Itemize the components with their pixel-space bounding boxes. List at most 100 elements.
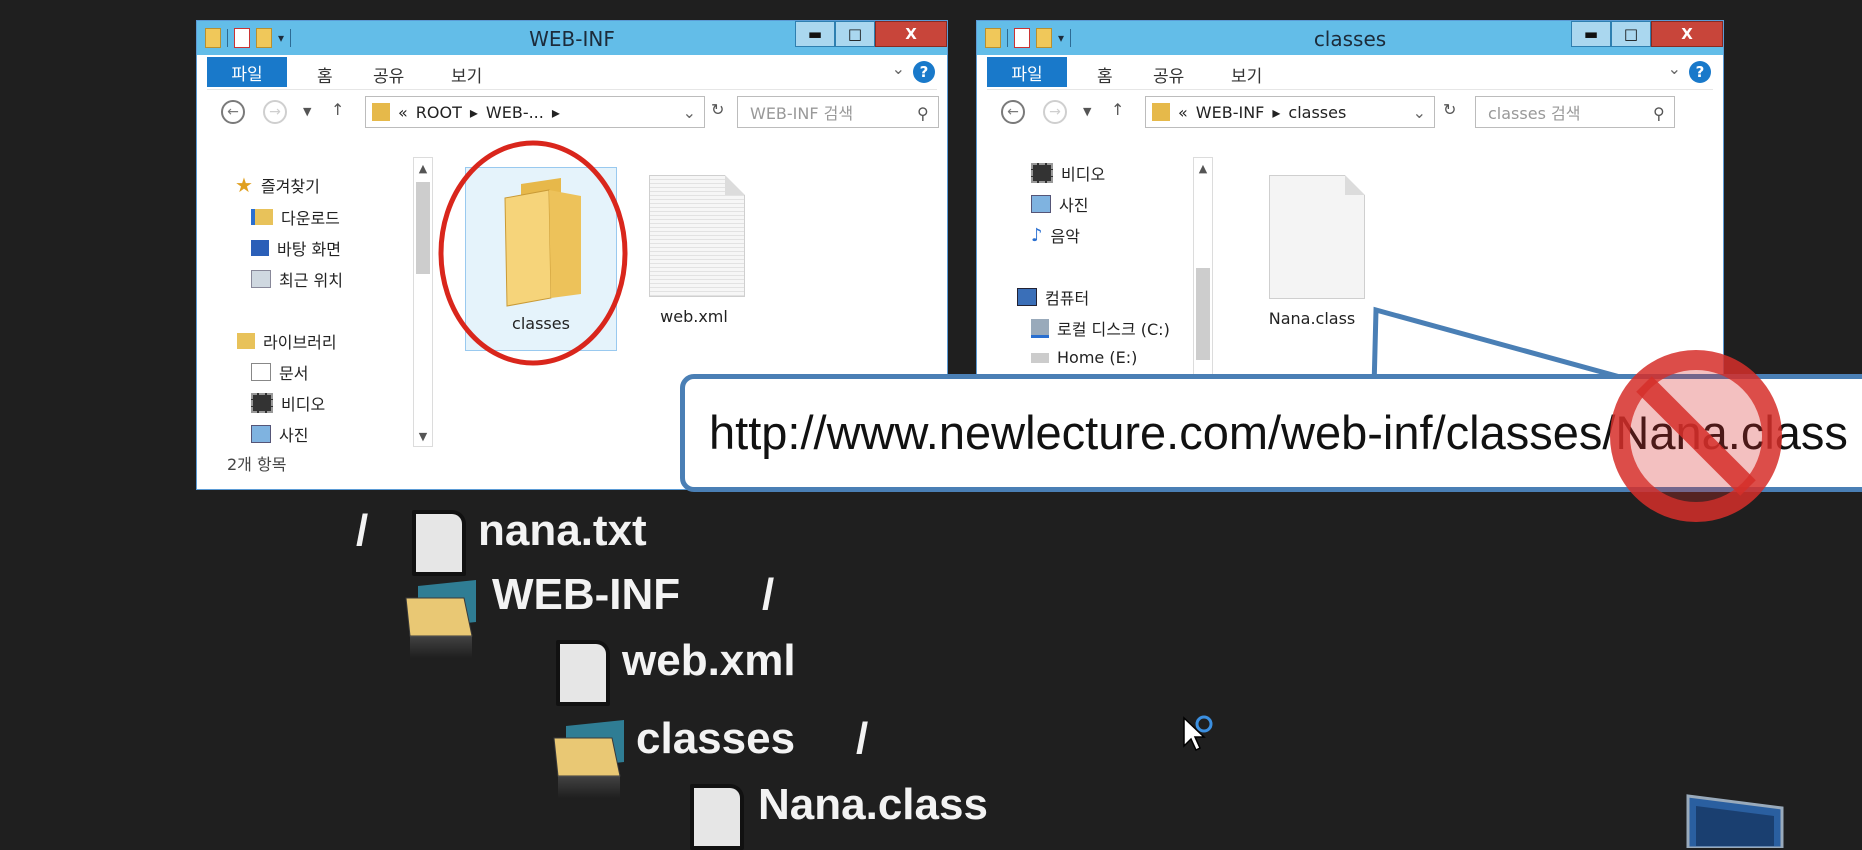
forward-button[interactable]: → [263, 100, 287, 124]
xml-document-icon [649, 175, 745, 297]
tab-share[interactable]: 공유 [1153, 62, 1184, 87]
documents-icon [251, 363, 271, 381]
file-icon [1269, 175, 1365, 299]
ribbon-expand-icon[interactable]: ⌄ [1668, 59, 1681, 78]
breadcrumb-webinf[interactable]: WEB-INF [1196, 103, 1265, 122]
tab-view[interactable]: 보기 [451, 62, 482, 87]
search-input[interactable]: classes 검색 [1475, 96, 1675, 128]
window-controls: ▬ □ X [795, 21, 947, 47]
tab-view[interactable]: 보기 [1231, 62, 1262, 87]
ribbon-expand-icon[interactable]: ⌄ [892, 59, 905, 78]
up-button[interactable]: ↑ [1111, 100, 1124, 119]
back-button[interactable]: ← [221, 100, 245, 124]
video-icon [1031, 163, 1053, 183]
nav-documents[interactable]: 문서 [251, 360, 308, 384]
close-button[interactable]: X [875, 21, 947, 47]
search-icon[interactable]: ⚲ [1653, 104, 1703, 123]
no-entry-icon [1610, 350, 1782, 522]
path-overflow-icon[interactable]: « [1178, 103, 1188, 122]
nav-pictures[interactable]: 사진 [251, 422, 308, 446]
path-overflow-icon[interactable]: « [398, 103, 408, 122]
forward-button[interactable]: → [1043, 100, 1067, 124]
nav-local-disk[interactable]: 로컬 디스크 (C:) [1031, 316, 1170, 340]
tab-share[interactable]: 공유 [373, 62, 404, 87]
help-icon[interactable]: ? [913, 61, 935, 83]
star-icon: ★ [235, 173, 253, 197]
nav-downloads[interactable]: 다운로드 [251, 205, 340, 229]
nav-libraries[interactable]: 라이브러리 [237, 329, 337, 353]
breadcrumb-webinf[interactable]: WEB-... [486, 103, 544, 122]
maximize-button[interactable]: □ [1611, 21, 1651, 47]
busy-cursor-icon [1183, 715, 1213, 752]
nav-pictures[interactable]: 사진 [1031, 192, 1088, 216]
search-input[interactable]: WEB-INF 검색 [737, 96, 939, 128]
up-button[interactable]: ↑ [331, 100, 344, 119]
refresh-icon[interactable]: ↻ [1443, 100, 1456, 119]
breadcrumb-separator-icon: ▸ [551, 102, 560, 122]
nav-music[interactable]: ♪ 음악 [1031, 223, 1080, 247]
nav-favorites[interactable]: ★ 즐겨찾기 [235, 173, 320, 197]
address-path[interactable]: « ROOT ▸ WEB-... ▸ ⌄ [365, 96, 705, 128]
computer-icon [1017, 288, 1037, 306]
refresh-icon[interactable]: ↻ [711, 100, 724, 119]
title-bar[interactable]: ▾ WEB-INF ▬ □ X [197, 21, 947, 55]
tree-classes: classes [636, 714, 796, 763]
breadcrumb-root[interactable]: ROOT [416, 103, 462, 122]
scroll-down-icon[interactable]: ▼ [414, 426, 432, 446]
ribbon: 파일 홈 공유 보기 ⌄ ? [987, 57, 1713, 87]
scroll-thumb[interactable] [1196, 268, 1210, 360]
nav-scrollbar[interactable]: ▲ [1193, 157, 1213, 389]
scroll-up-icon[interactable]: ▲ [1194, 158, 1212, 178]
drive-icon [1031, 318, 1049, 338]
minimize-button[interactable]: ▬ [1571, 21, 1611, 47]
address-dropdown-icon[interactable]: ⌄ [1413, 103, 1426, 122]
tree-web-xml: web.xml [622, 636, 796, 685]
help-icon[interactable]: ? [1689, 61, 1711, 83]
drive-icon [1031, 352, 1049, 363]
breadcrumb-separator-icon: ▸ [1272, 102, 1281, 122]
address-path[interactable]: « WEB-INF ▸ classes ⌄ [1145, 96, 1435, 128]
tab-home[interactable]: 홈 [1097, 62, 1113, 87]
address-dropdown-icon[interactable]: ⌄ [683, 103, 696, 122]
file-icon [412, 510, 466, 576]
breadcrumb-classes[interactable]: classes [1288, 103, 1346, 122]
maximize-button[interactable]: □ [835, 21, 875, 47]
tab-file[interactable]: 파일 [987, 57, 1067, 87]
folder-icon [553, 720, 624, 798]
nav-home-drive[interactable]: Home (E:) [1031, 348, 1137, 367]
window-thumbnail-icon [1686, 794, 1784, 848]
minimize-button[interactable]: ▬ [795, 21, 835, 47]
file-item-webxml[interactable]: web.xml [629, 167, 759, 349]
folder-icon [372, 103, 390, 121]
file-item-nana-class[interactable]: Nana.class [1247, 173, 1377, 353]
nav-computer[interactable]: 컴퓨터 [1017, 285, 1089, 309]
back-button[interactable]: ← [1001, 100, 1025, 124]
close-button[interactable]: X [1651, 21, 1723, 47]
pictures-icon [1031, 195, 1051, 213]
search-icon[interactable]: ⚲ [917, 104, 929, 123]
file-icon [690, 784, 744, 850]
title-bar[interactable]: ▾ classes ▬ □ X [977, 21, 1723, 55]
pictures-icon [251, 425, 271, 443]
folder-icon [1152, 103, 1170, 121]
status-item-count: 2개 항목 [227, 455, 287, 474]
window-controls: ▬ □ X [1571, 21, 1723, 47]
folder-icon [405, 580, 476, 658]
nav-desktop[interactable]: 바탕 화면 [251, 236, 341, 260]
tab-home[interactable]: 홈 [317, 62, 333, 87]
tree-classes-slash: / [856, 714, 869, 763]
tab-file[interactable]: 파일 [207, 57, 287, 87]
nav-recent[interactable]: 최근 위치 [251, 267, 343, 291]
recent-dropdown-icon[interactable]: ▼ [303, 105, 311, 118]
tree-webinf: WEB-INF [492, 570, 681, 619]
recent-places-icon [251, 270, 271, 288]
nav-videos[interactable]: 비디오 [1031, 161, 1105, 185]
nav-videos[interactable]: 비디오 [251, 391, 325, 415]
file-name: Nana.class [1268, 309, 1356, 328]
address-bar-area: ← → ▼ ↑ « ROOT ▸ WEB-... ▸ ⌄ ↻ WEB-INF 검… [207, 89, 939, 134]
address-bar-area: ← → ▼ ↑ « WEB-INF ▸ classes ⌄ ↻ classes … [987, 89, 1713, 134]
recent-dropdown-icon[interactable]: ▼ [1083, 105, 1091, 118]
video-icon [251, 393, 273, 413]
highlight-circle [438, 140, 628, 366]
music-icon: ♪ [1031, 224, 1043, 246]
